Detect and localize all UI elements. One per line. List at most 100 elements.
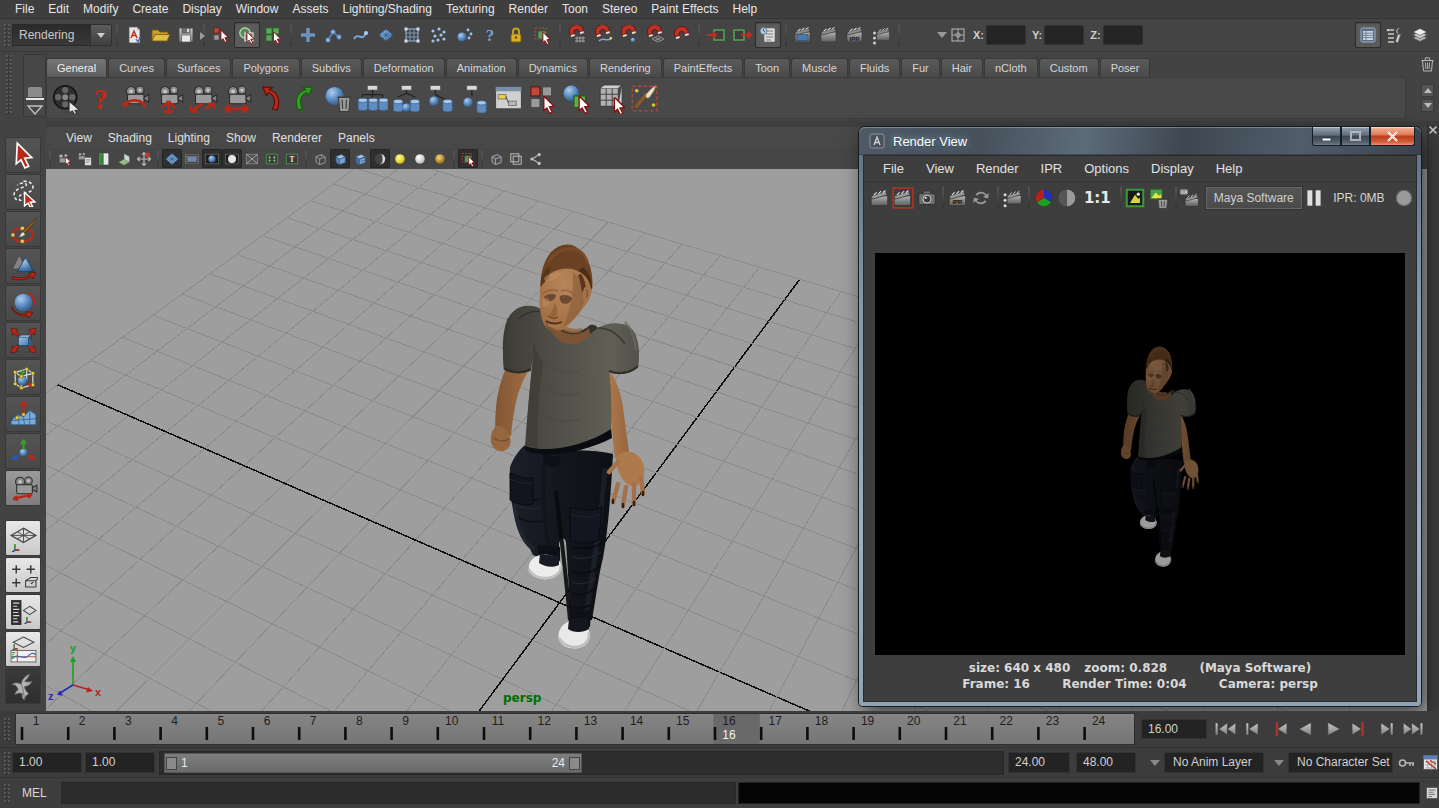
isolate-select-button[interactable] (526, 149, 546, 168)
input-connection-button[interactable] (703, 22, 729, 48)
separator[interactable] (478, 150, 486, 168)
snap-view-plane-button[interactable] (399, 22, 425, 48)
character-set-dropdown-arrow[interactable] (1270, 754, 1288, 772)
range-slider[interactable]: 1 24 (159, 751, 1004, 775)
graph-pane-layout-button[interactable] (5, 631, 41, 667)
single-pane-layout-button[interactable] (5, 520, 41, 556)
command-line-mode-label[interactable]: MEL (22, 786, 47, 800)
coord-field-x[interactable] (986, 25, 1026, 45)
menu-view[interactable]: View (915, 158, 965, 179)
select-object-button[interactable] (234, 22, 260, 48)
highlight-selection-button[interactable] (458, 149, 478, 168)
melrow-grip[interactable] (3, 783, 10, 803)
move-tool-button[interactable] (5, 248, 41, 284)
universal-manipulator-tool-button[interactable] (5, 359, 41, 395)
separator[interactable] (695, 22, 702, 48)
open-scene-button[interactable] (147, 22, 173, 48)
menu-texturing[interactable]: Texturing (439, 0, 502, 18)
field-chart-button[interactable] (242, 149, 262, 168)
separator[interactable] (46, 150, 54, 168)
ipr-render-button[interactable] (946, 185, 969, 211)
shaded-button[interactable] (330, 149, 350, 168)
group-button[interactable] (355, 81, 389, 115)
ipr-render-button[interactable] (816, 22, 842, 48)
menu-show[interactable]: Show (218, 129, 264, 147)
menu-display[interactable]: Display (175, 0, 228, 18)
render-settings-button[interactable] (868, 22, 894, 48)
camera-zoom-button[interactable] (219, 81, 253, 115)
ungroup-button[interactable] (389, 81, 423, 115)
save-scene-button[interactable] (173, 22, 199, 48)
menu-file[interactable]: File (8, 0, 41, 18)
resolution-gate-button[interactable] (202, 149, 222, 168)
animation-start-field[interactable]: 1.00 (12, 752, 82, 773)
menu-help[interactable]: Help (726, 0, 765, 18)
menu-set-dropdown-arrow[interactable] (90, 24, 112, 46)
one-to-one-button[interactable]: 1:1 (1079, 189, 1116, 207)
shelf-scroll-up-button[interactable] (1421, 84, 1434, 97)
magnet-curve-button[interactable] (590, 22, 616, 48)
lock-selection-button[interactable] (503, 22, 529, 48)
statusline-grip[interactable] (3, 23, 10, 47)
separator[interactable] (113, 22, 120, 48)
shelf-tab-surfaces[interactable]: Surfaces (166, 58, 231, 77)
grid-button[interactable] (162, 149, 182, 168)
duplicate-button[interactable] (525, 81, 559, 115)
separator[interactable] (895, 22, 902, 48)
highlight-selection-button[interactable] (529, 22, 555, 48)
snap-grid-button[interactable] (295, 22, 321, 48)
menu-paint-effects[interactable]: Paint Effects (644, 0, 725, 18)
collapse-arrow-icon[interactable] (935, 27, 949, 43)
menu-shading[interactable]: Shading (100, 129, 160, 147)
select-camera-button[interactable] (54, 149, 74, 168)
rotate-tool-button[interactable] (5, 285, 41, 321)
scale-tool-button[interactable] (5, 322, 41, 358)
help-button[interactable] (477, 22, 503, 48)
tool-settings-button[interactable] (1381, 22, 1407, 48)
textured-button[interactable] (350, 149, 370, 168)
soft-modification-tool-button[interactable] (5, 396, 41, 432)
snap-plane-button[interactable] (373, 22, 399, 48)
menu-renderer[interactable]: Renderer (264, 129, 330, 147)
shelf-tab-painteffects[interactable]: PaintEffects (663, 58, 744, 77)
timeline-grip[interactable] (3, 717, 10, 741)
shelf-tab-fur[interactable]: Fur (901, 58, 940, 77)
menu-help[interactable]: Help (1205, 158, 1254, 179)
select-tool-button[interactable] (5, 137, 41, 173)
shelf-tab-curves[interactable]: Curves (108, 58, 165, 77)
close-button[interactable] (1370, 127, 1415, 146)
playback-start-field[interactable]: 1.00 (85, 752, 155, 773)
render-view-titlebar[interactable]: Render View (859, 127, 1421, 155)
close-panel-icon[interactable] (1428, 125, 1438, 135)
safe-action-button[interactable] (262, 149, 282, 168)
camera-dolly-button[interactable] (185, 81, 219, 115)
select-component-button[interactable] (260, 22, 286, 48)
help-question-button[interactable] (83, 81, 117, 115)
play-backwards-button[interactable] (1292, 716, 1319, 742)
magnet-plane-button[interactable] (642, 22, 668, 48)
menu-render[interactable]: Render (965, 158, 1030, 179)
wireframe-on-shaded-button[interactable] (486, 149, 506, 168)
stop-render-button[interactable] (1393, 185, 1416, 211)
shelf-tab-poser[interactable]: Poser (1100, 58, 1151, 77)
menu-set-selector[interactable]: Rendering (12, 24, 112, 46)
anim-layer-selector[interactable]: No Anim Layer (1164, 752, 1264, 773)
paint-select-tool-button[interactable] (5, 211, 41, 247)
menu-window[interactable]: Window (229, 0, 286, 18)
channel-box-button[interactable] (1407, 22, 1433, 48)
duplicate-input-button[interactable] (593, 81, 627, 115)
film-gate-button[interactable] (182, 149, 202, 168)
shelf-tab-hair[interactable]: Hair (941, 58, 983, 77)
menu-edit[interactable]: Edit (41, 0, 76, 18)
go-to-start-button[interactable] (1211, 716, 1238, 742)
coord-field-y[interactable] (1044, 25, 1084, 45)
hierarchy-mode-icon[interactable] (949, 26, 967, 44)
refresh-ipr-button[interactable] (970, 185, 993, 211)
script-editor-icon[interactable] (1425, 786, 1439, 800)
playback-end-field[interactable]: 24.00 (1008, 752, 1070, 773)
alpha-channel-button[interactable] (1056, 185, 1079, 211)
output-connection-button[interactable] (729, 22, 755, 48)
snapshot-button[interactable] (915, 185, 938, 211)
go-to-end-button[interactable] (1400, 716, 1427, 742)
separator[interactable] (302, 150, 310, 168)
